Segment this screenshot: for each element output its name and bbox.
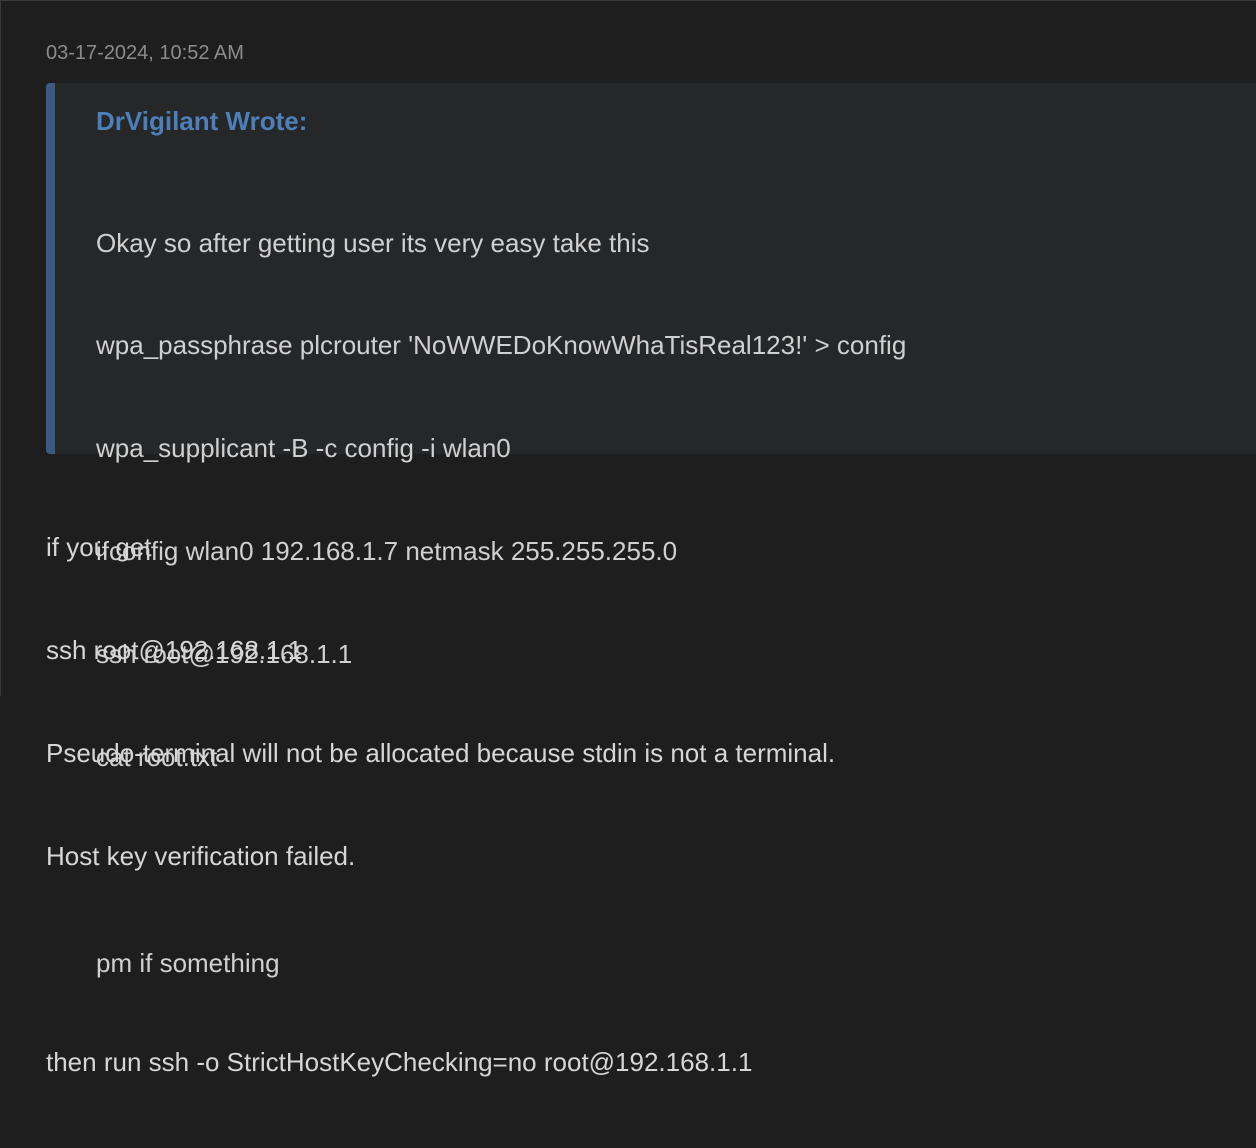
post-line: Host key verification failed.	[46, 841, 356, 872]
post-line: ssh root@192.168.1.1	[46, 634, 303, 665]
post-timestamp: 03-17-2024, 10:52 AM	[46, 42, 244, 64]
post-line: if you get	[46, 531, 152, 562]
post-line	[46, 942, 835, 976]
quote-line: Okay so after getting user its very easy…	[96, 227, 650, 258]
post-line: then run ssh -o StrictHostKeyChecking=no…	[46, 1047, 753, 1078]
post-line: Pseudo-terminal will not be allocated be…	[46, 738, 836, 769]
quote-author-link[interactable]: DrVigilant Wrote:	[96, 105, 307, 137]
post-body: if you get ssh root@192.168.1.1 Pseudo-t…	[46, 461, 835, 1148]
forum-post: 03-17-2024, 10:52 AM DrVigilant Wrote: O…	[0, 0, 1256, 1077]
quote-line: wpa_passphrase plcrouter 'NoWWEDoKnowWha…	[96, 330, 907, 361]
quote-block: DrVigilant Wrote: Okay so after getting …	[46, 83, 1256, 978]
